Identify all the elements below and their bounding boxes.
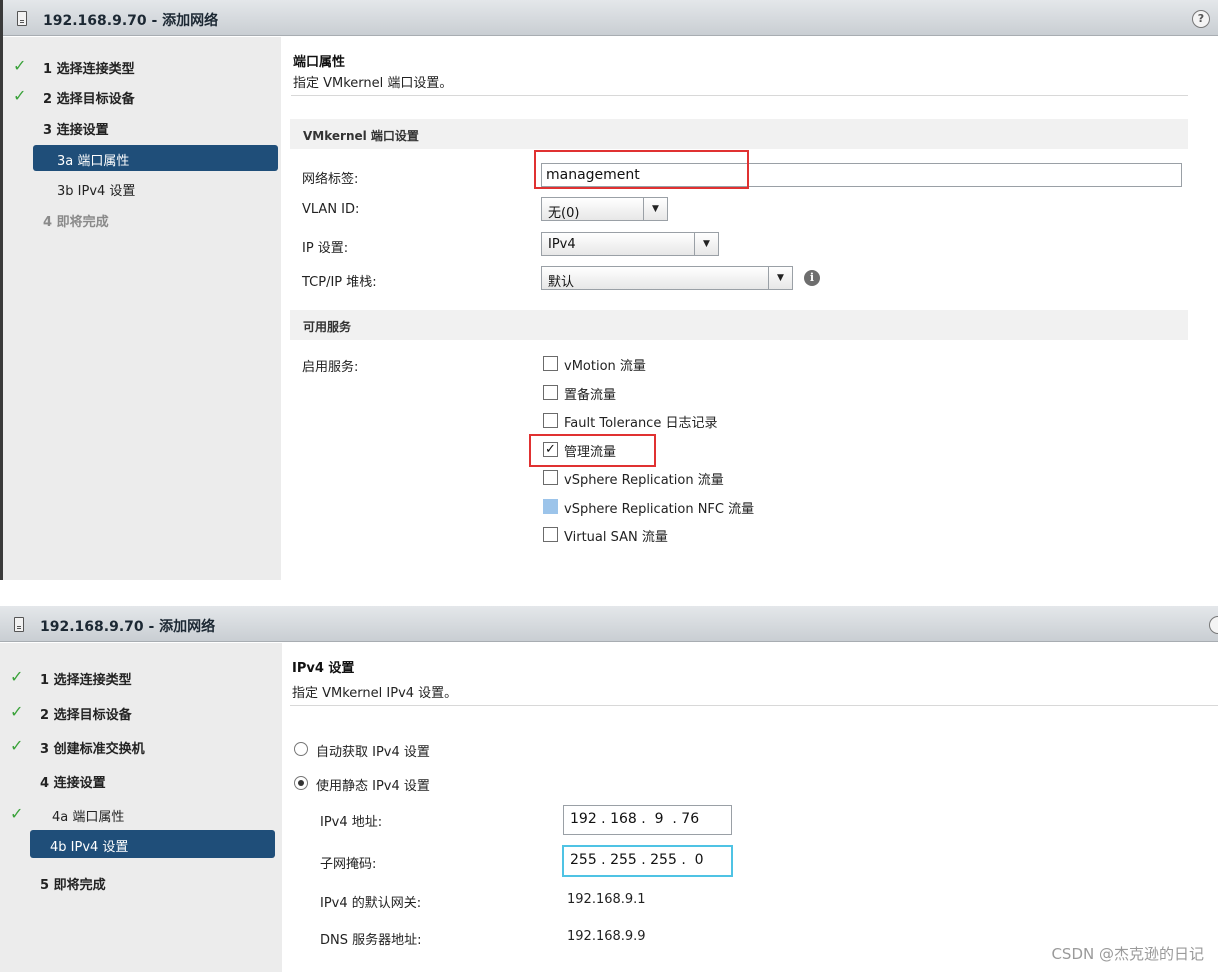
- service-label: vMotion 流量: [564, 359, 646, 374]
- select-value: IPv4: [548, 237, 576, 252]
- chevron-down-icon: ▼: [694, 233, 718, 255]
- radio-static-ipv4[interactable]: [294, 776, 308, 790]
- step-label: 5 即将完成: [40, 878, 106, 893]
- step-label: 4 即将完成: [43, 215, 109, 230]
- select-value: 默认: [548, 275, 575, 290]
- step-label: 4a 端口属性: [52, 810, 125, 825]
- ip-settings-label: IP 设置:: [302, 241, 349, 256]
- checkbox[interactable]: [543, 527, 558, 542]
- help-icon[interactable]: ?: [1192, 10, 1210, 28]
- ipv4-address-label: IPv4 地址:: [320, 815, 383, 830]
- step-label: 2 选择目标设备: [40, 708, 132, 723]
- wizard-step-port-properties[interactable]: ✓ 4a 端口属性: [0, 801, 282, 827]
- wizard-step-connection-settings[interactable]: 3 连接设置: [3, 114, 281, 140]
- step-label: 3 创建标准交换机: [40, 742, 145, 757]
- section-header-services: 可用服务: [290, 310, 1188, 340]
- checkbox[interactable]: [543, 413, 558, 428]
- section-title: 可用服务: [303, 320, 352, 334]
- wizard-step-select-connection-type[interactable]: ✓ 1 选择连接类型: [0, 664, 282, 690]
- wizard-step-select-connection-type[interactable]: ✓ 1 选择连接类型: [3, 53, 281, 79]
- wizard-step-ipv4-settings[interactable]: 3b IPv4 设置: [3, 175, 281, 201]
- tcpip-stack-select[interactable]: 默认 ▼: [541, 266, 793, 290]
- divider: [291, 95, 1188, 96]
- enable-services-label: 启用服务:: [302, 360, 359, 375]
- wizard-step-port-properties[interactable]: 3a 端口属性: [33, 145, 278, 171]
- service-label: Virtual SAN 流量: [564, 530, 668, 545]
- wizard-step-select-target-device[interactable]: ✓ 2 选择目标设备: [3, 83, 281, 109]
- csdn-watermark: CSDN @杰克逊的日记: [1051, 945, 1204, 963]
- service-label: vSphere Replication 流量: [564, 473, 724, 488]
- service-label: Fault Tolerance 日志记录: [564, 416, 718, 431]
- chevron-down-icon: ▼: [643, 198, 667, 220]
- vlan-id-label: VLAN ID:: [302, 202, 360, 217]
- tcpip-stack-label: TCP/IP 堆栈:: [302, 275, 377, 290]
- checkbox[interactable]: [543, 356, 558, 371]
- step-label: 3b IPv4 设置: [57, 184, 136, 199]
- dialog-title: 192.168.9.70 - 添加网络: [43, 13, 219, 29]
- page-title: 端口属性: [293, 55, 346, 70]
- check-icon: ✓: [13, 56, 27, 75]
- checkbox-disabled: [543, 499, 558, 514]
- page-subtitle: 指定 VMkernel IPv4 设置。: [292, 686, 458, 701]
- wizard-step-ready-to-complete: 4 即将完成: [3, 206, 281, 232]
- annotation-highlight-box: [534, 150, 749, 189]
- radio-auto-ipv4-label: 自动获取 IPv4 设置: [316, 745, 430, 760]
- dialog-title: 192.168.9.70 - 添加网络: [40, 619, 216, 635]
- service-label: 置备流量: [564, 388, 617, 403]
- check-icon: ✓: [10, 667, 24, 686]
- network-label-label: 网络标签:: [302, 172, 359, 187]
- check-icon: ✓: [13, 86, 27, 105]
- page-subtitle: 指定 VMkernel 端口设置。: [293, 76, 453, 91]
- section-title: VMkernel 端口设置: [303, 129, 419, 143]
- default-gateway-value: 192.168.9.1: [567, 892, 646, 907]
- add-network-dialog-ipv4-settings: 192.168.9.70 - 添加网络 ✓ 1 选择连接类型 ✓ 2 选择目标设…: [0, 606, 1218, 972]
- step-label: 4b IPv4 设置: [50, 840, 129, 855]
- section-header-vmkernel: VMkernel 端口设置: [290, 119, 1188, 149]
- step-label: 3 连接设置: [43, 123, 109, 138]
- wizard-content: IPv4 设置 指定 VMkernel IPv4 设置。 自动获取 IPv4 设…: [282, 643, 1218, 972]
- checkbox[interactable]: [543, 470, 558, 485]
- wizard-step-ipv4-settings[interactable]: 4b IPv4 设置: [30, 830, 275, 858]
- add-network-dialog-port-properties: 192.168.9.70 - 添加网络 ? ✓ 1 选择连接类型 ✓ 2 选择目…: [0, 0, 1218, 580]
- subnet-mask-input[interactable]: 255 . 255 . 255 . 0: [562, 845, 733, 877]
- vlan-id-select[interactable]: 无(0) ▼: [541, 197, 668, 221]
- checkbox[interactable]: [543, 385, 558, 400]
- chevron-down-icon: ▼: [768, 267, 792, 289]
- subnet-mask-label: 子网掩码:: [320, 857, 377, 872]
- step-label: 1 选择连接类型: [40, 673, 132, 688]
- dns-server-value: 192.168.9.9: [567, 929, 646, 944]
- default-gateway-label: IPv4 的默认网关:: [320, 896, 422, 911]
- check-icon: ✓: [10, 736, 24, 755]
- host-icon: [17, 11, 27, 26]
- check-icon: ✓: [10, 804, 24, 823]
- select-value: 无(0): [548, 206, 580, 221]
- annotation-highlight-box: [529, 434, 656, 467]
- wizard-content: 端口属性 指定 VMkernel 端口设置。 VMkernel 端口设置 网络标…: [281, 37, 1218, 580]
- service-label: vSphere Replication NFC 流量: [564, 502, 755, 517]
- step-label: 4 连接设置: [40, 776, 106, 791]
- step-label: 2 选择目标设备: [43, 92, 135, 107]
- wizard-step-ready-to-complete[interactable]: 5 即将完成: [0, 869, 282, 895]
- ipv4-address-input[interactable]: 192 . 168 . 9 . 76: [563, 805, 732, 835]
- ip-settings-select[interactable]: IPv4 ▼: [541, 232, 719, 256]
- radio-static-ipv4-label: 使用静态 IPv4 设置: [316, 779, 430, 794]
- host-icon: [14, 617, 24, 632]
- wizard-steps-sidebar: ✓ 1 选择连接类型 ✓ 2 选择目标设备 3 连接设置 3a 端口属性 3b …: [3, 37, 281, 580]
- wizard-step-select-target-device[interactable]: ✓ 2 选择目标设备: [0, 699, 282, 725]
- page-title: IPv4 设置: [292, 661, 355, 676]
- dns-server-label: DNS 服务器地址:: [320, 933, 422, 948]
- dialog-titlebar: 192.168.9.70 - 添加网络: [0, 606, 1218, 642]
- wizard-step-create-standard-switch[interactable]: ✓ 3 创建标准交换机: [0, 733, 282, 759]
- step-label: 1 选择连接类型: [43, 62, 135, 77]
- help-icon[interactable]: [1209, 616, 1218, 634]
- check-icon: ✓: [10, 702, 24, 721]
- radio-auto-ipv4[interactable]: [294, 742, 308, 756]
- wizard-steps-sidebar: ✓ 1 选择连接类型 ✓ 2 选择目标设备 ✓ 3 创建标准交换机 4 连接设置…: [0, 643, 282, 972]
- dialog-titlebar: 192.168.9.70 - 添加网络 ?: [3, 0, 1218, 36]
- divider: [290, 705, 1218, 706]
- wizard-step-connection-settings[interactable]: 4 连接设置: [0, 767, 282, 793]
- step-label: 3a 端口属性: [57, 154, 130, 169]
- info-icon[interactable]: i: [804, 270, 820, 286]
